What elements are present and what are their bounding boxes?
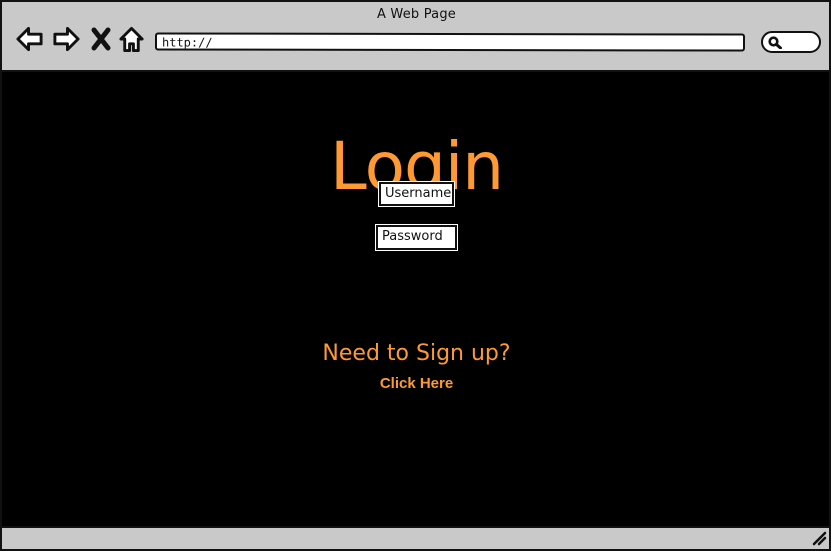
back-arrow-icon[interactable] — [15, 24, 44, 54]
password-field[interactable]: Password — [376, 225, 457, 250]
browser-toolbar: A Web Page http:// — [2, 2, 829, 72]
forward-arrow-icon[interactable] — [52, 24, 81, 54]
login-page: Login Username Password Need to Sign up?… — [2, 72, 829, 528]
status-bar — [2, 526, 829, 549]
close-icon[interactable] — [90, 24, 112, 54]
browser-window: A Web Page http:// Login Username Passwo… — [0, 0, 831, 551]
search-field[interactable] — [761, 31, 821, 53]
signup-prompt: Need to Sign up? — [322, 341, 511, 366]
search-icon[interactable] — [768, 36, 782, 50]
signup-link[interactable]: Click Here — [2, 375, 829, 393]
home-icon[interactable] — [117, 24, 146, 54]
address-bar[interactable]: http:// — [154, 32, 746, 52]
username-field[interactable]: Username — [379, 182, 454, 206]
address-url: http:// — [161, 35, 213, 50]
resize-grip-icon[interactable] — [811, 530, 827, 546]
window-title: A Web Page — [377, 7, 456, 22]
